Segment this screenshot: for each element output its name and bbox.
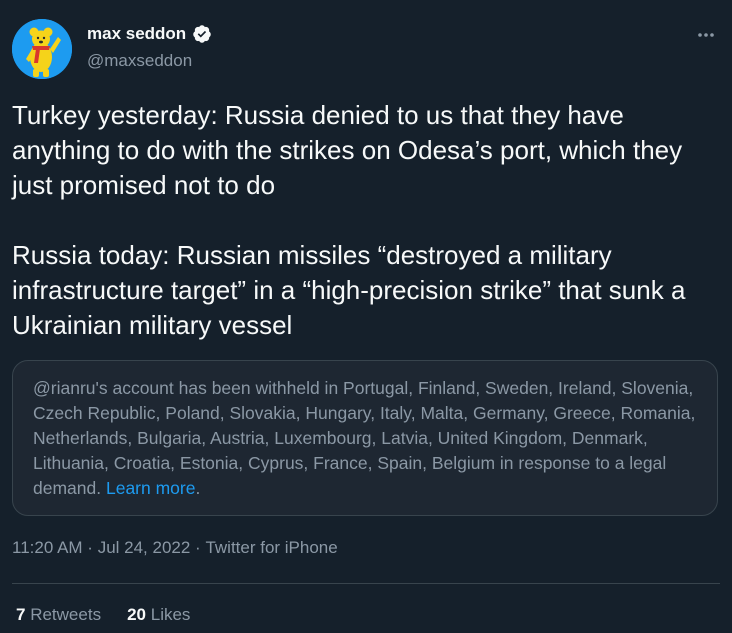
withheld-notice: @rianru's account has been withheld in P… bbox=[12, 360, 718, 516]
learn-more-link[interactable]: Learn more bbox=[106, 478, 196, 498]
tweet-paragraph: Turkey yesterday: Russia denied to us th… bbox=[12, 100, 683, 200]
tweet: max seddon @maxseddon Turkey yesterday: … bbox=[0, 0, 732, 633]
meta-separator: · bbox=[190, 538, 206, 557]
likes-count: 20 bbox=[127, 605, 146, 624]
tweet-date[interactable]: Jul 24, 2022 bbox=[98, 538, 191, 558]
tweet-text: Turkey yesterday: Russia denied to us th… bbox=[12, 98, 717, 343]
withheld-notice-text: @rianru's account has been withheld in P… bbox=[33, 376, 697, 501]
tweet-metadata: 11:20 AM · Jul 24, 2022 · Twitter for iP… bbox=[12, 538, 338, 558]
retweets-label: Retweets bbox=[30, 605, 102, 624]
tweet-paragraph: Russia today: Russian missiles “destroye… bbox=[12, 240, 686, 340]
tweet-time[interactable]: 11:20 AM bbox=[12, 538, 83, 558]
verified-badge-icon bbox=[192, 24, 212, 44]
more-options-icon[interactable] bbox=[692, 24, 720, 44]
likes-label: Likes bbox=[150, 605, 191, 624]
likes-stat[interactable]: 20 Likes bbox=[127, 605, 190, 625]
author-name-row: max seddon bbox=[87, 24, 212, 44]
author-display-name[interactable]: max seddon bbox=[87, 24, 186, 44]
author-handle[interactable]: @maxseddon bbox=[87, 51, 192, 71]
tweet-source[interactable]: Twitter for iPhone bbox=[205, 538, 337, 558]
retweets-count: 7 bbox=[16, 605, 26, 624]
meta-separator: · bbox=[82, 538, 98, 557]
retweets-stat[interactable]: 7 Retweets bbox=[16, 605, 101, 625]
engagement-stats: 7 Retweets 20 Likes bbox=[16, 605, 190, 625]
avatar[interactable] bbox=[12, 19, 72, 79]
divider bbox=[12, 583, 720, 584]
withheld-period: . bbox=[195, 478, 201, 498]
bear-mascot-icon bbox=[12, 19, 72, 79]
